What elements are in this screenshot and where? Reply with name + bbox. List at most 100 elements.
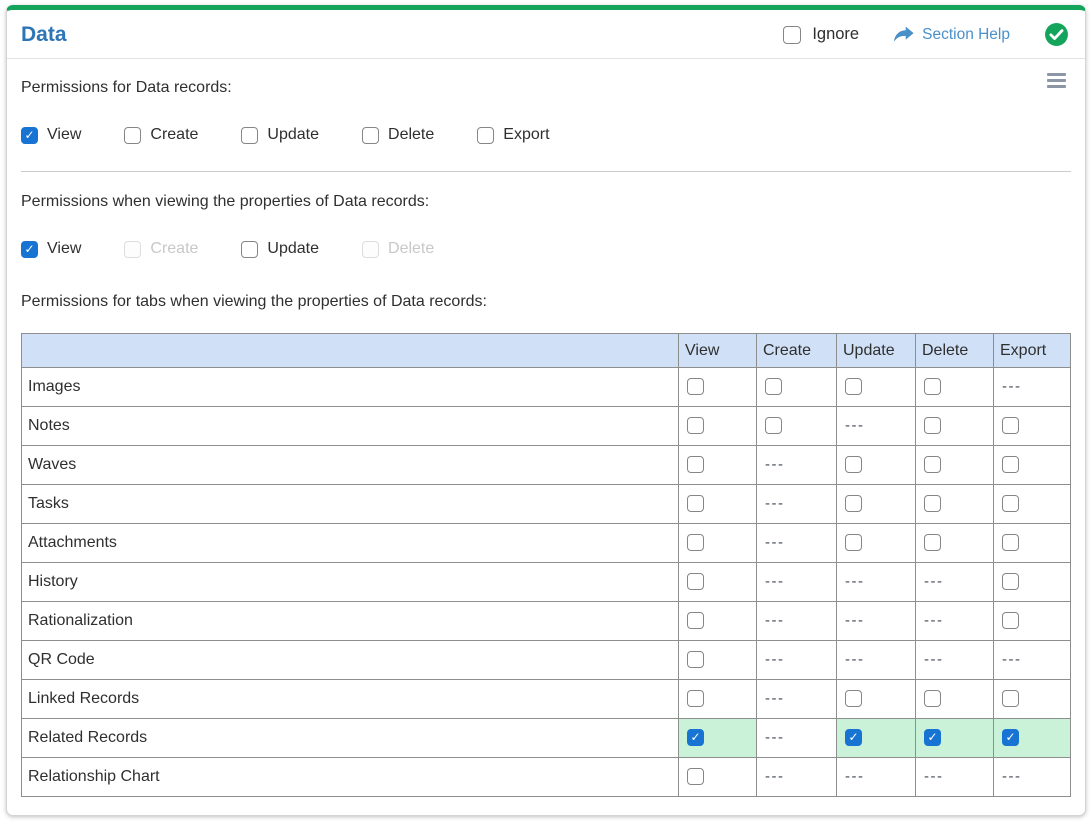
permission-cell[interactable] bbox=[993, 679, 1071, 719]
table-row-images: Images --- bbox=[21, 367, 1071, 407]
checkbox-unchecked[interactable] bbox=[924, 417, 941, 435]
checkbox-unchecked[interactable] bbox=[362, 126, 380, 144]
permission-checkbox-update[interactable]: Update bbox=[241, 240, 319, 258]
checkbox-unchecked[interactable] bbox=[845, 378, 862, 396]
checkbox-unchecked[interactable] bbox=[1002, 612, 1019, 630]
permission-cell[interactable] bbox=[915, 718, 994, 758]
checkbox-checked[interactable] bbox=[1002, 729, 1019, 747]
permission-cell[interactable] bbox=[915, 679, 994, 719]
checkbox-unchecked[interactable] bbox=[241, 126, 259, 144]
permission-cell[interactable] bbox=[836, 523, 916, 563]
permission-cell[interactable] bbox=[993, 601, 1071, 641]
checkbox-unchecked[interactable] bbox=[687, 534, 704, 552]
permission-checkbox-view[interactable]: View bbox=[21, 240, 81, 258]
checkbox-unchecked[interactable] bbox=[687, 651, 704, 669]
checkbox-unchecked[interactable] bbox=[845, 534, 862, 552]
checkbox-unchecked[interactable] bbox=[1002, 456, 1019, 474]
permission-cell: --- bbox=[756, 445, 837, 485]
section-menu-icon[interactable] bbox=[1045, 71, 1068, 90]
permission-cell[interactable] bbox=[993, 523, 1071, 563]
checkbox-unchecked[interactable] bbox=[124, 126, 142, 144]
checkbox-unchecked[interactable] bbox=[687, 378, 704, 396]
checkbox-unchecked[interactable] bbox=[765, 417, 782, 435]
permission-cell[interactable] bbox=[678, 562, 757, 602]
permission-cell: --- bbox=[993, 367, 1071, 407]
permission-cell[interactable] bbox=[678, 367, 757, 407]
checkbox-unchecked[interactable] bbox=[241, 240, 259, 258]
checkbox-checked[interactable] bbox=[21, 240, 38, 258]
checkbox-label: Update bbox=[267, 126, 320, 143]
permission-cell[interactable] bbox=[836, 445, 916, 485]
checkbox-unchecked[interactable] bbox=[687, 417, 704, 435]
checkbox-unchecked[interactable] bbox=[924, 534, 941, 552]
checkbox-unchecked[interactable] bbox=[687, 690, 704, 708]
checkbox-checked[interactable] bbox=[687, 729, 704, 747]
checkbox-unchecked[interactable] bbox=[845, 456, 862, 474]
checkbox-unchecked[interactable] bbox=[687, 768, 704, 786]
permission-checkbox-export[interactable]: Export bbox=[477, 126, 550, 144]
checkbox-unchecked[interactable] bbox=[1002, 417, 1019, 435]
permission-cell[interactable] bbox=[915, 484, 994, 524]
row-label: Relationship Chart bbox=[21, 757, 679, 797]
permission-cell[interactable] bbox=[678, 406, 757, 446]
table-row-tasks: Tasks --- bbox=[21, 484, 1071, 524]
permission-cell[interactable] bbox=[993, 562, 1071, 602]
checkbox-unchecked[interactable] bbox=[687, 456, 704, 474]
tabs-permissions-heading: Permissions for tabs when viewing the pr… bbox=[21, 293, 487, 310]
checkbox-unchecked[interactable] bbox=[924, 495, 941, 513]
row-label: History bbox=[21, 562, 679, 602]
checkbox-unchecked[interactable] bbox=[687, 573, 704, 591]
permission-cell[interactable] bbox=[678, 640, 757, 680]
ignore-checkbox-group[interactable]: Ignore bbox=[783, 25, 859, 44]
checkbox-unchecked[interactable] bbox=[845, 495, 862, 513]
checkbox-unchecked[interactable] bbox=[845, 690, 862, 708]
ignore-checkbox[interactable] bbox=[783, 25, 802, 44]
permission-cell[interactable] bbox=[915, 406, 994, 446]
not-applicable-text: --- bbox=[845, 612, 865, 629]
permission-cell[interactable] bbox=[678, 718, 757, 758]
not-applicable-text: --- bbox=[845, 417, 865, 434]
checkbox-checked[interactable] bbox=[21, 126, 38, 144]
permission-cell[interactable] bbox=[915, 523, 994, 563]
permission-checkbox-delete[interactable]: Delete bbox=[362, 126, 434, 144]
permission-cell[interactable] bbox=[993, 406, 1071, 446]
permission-cell[interactable] bbox=[678, 679, 757, 719]
checkbox-checked[interactable] bbox=[845, 729, 862, 747]
permission-cell[interactable] bbox=[678, 523, 757, 563]
permission-cell[interactable] bbox=[836, 679, 916, 719]
permission-cell[interactable] bbox=[993, 484, 1071, 524]
permission-cell[interactable] bbox=[678, 757, 757, 797]
permission-cell[interactable] bbox=[836, 367, 916, 407]
checkbox-unchecked[interactable] bbox=[1002, 573, 1019, 591]
permission-cell[interactable] bbox=[915, 445, 994, 485]
permission-cell[interactable] bbox=[836, 718, 916, 758]
permission-cell[interactable] bbox=[756, 367, 837, 407]
checkbox-unchecked[interactable] bbox=[687, 612, 704, 630]
not-applicable-text: --- bbox=[765, 534, 785, 551]
permission-cell[interactable] bbox=[756, 406, 837, 446]
permission-cell[interactable] bbox=[915, 367, 994, 407]
checkbox-checked[interactable] bbox=[924, 729, 941, 747]
permission-checkbox-create[interactable]: Create bbox=[124, 126, 198, 144]
checkbox-unchecked[interactable] bbox=[1002, 690, 1019, 708]
permission-cell[interactable] bbox=[993, 445, 1071, 485]
checkbox-unchecked[interactable] bbox=[924, 690, 941, 708]
permission-cell[interactable] bbox=[993, 718, 1071, 758]
permission-cell[interactable] bbox=[836, 484, 916, 524]
checkbox-unchecked[interactable] bbox=[477, 126, 495, 144]
checkbox-unchecked[interactable] bbox=[765, 378, 782, 396]
checkbox-unchecked bbox=[124, 240, 142, 258]
checkbox-unchecked[interactable] bbox=[924, 378, 941, 396]
permission-cell: --- bbox=[915, 757, 994, 797]
permission-checkbox-update[interactable]: Update bbox=[241, 126, 319, 144]
checkbox-unchecked[interactable] bbox=[1002, 495, 1019, 513]
permission-checkbox-view[interactable]: View bbox=[21, 126, 81, 144]
checkbox-unchecked[interactable] bbox=[924, 456, 941, 474]
permission-cell[interactable] bbox=[678, 484, 757, 524]
checkbox-unchecked[interactable] bbox=[1002, 534, 1019, 552]
checkbox-label: Delete bbox=[388, 240, 435, 257]
permission-cell[interactable] bbox=[678, 445, 757, 485]
checkbox-unchecked[interactable] bbox=[687, 495, 704, 513]
permission-cell[interactable] bbox=[678, 601, 757, 641]
section-help-link[interactable]: Section Help bbox=[893, 26, 1010, 44]
